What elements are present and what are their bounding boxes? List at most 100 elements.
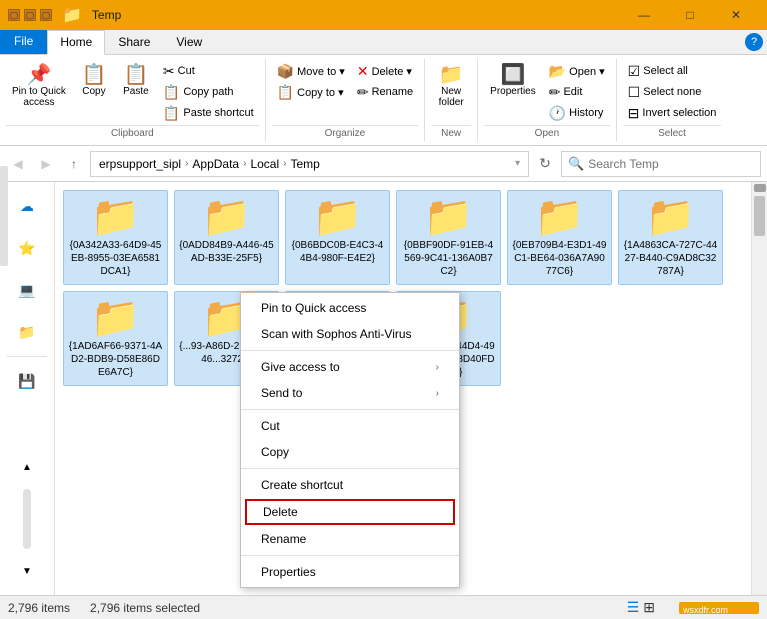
sidebar-scroll: ▲ ▼ xyxy=(7,447,47,591)
folder-item-2[interactable]: 📁 {0B6BDC0B-E4C3-44B4-980F-E4E2} xyxy=(285,190,390,285)
maximize-button[interactable]: □ xyxy=(667,0,713,30)
open-group: 🔲 Properties 📂 Open ▾ ✏ Edit 🕐 History xyxy=(478,59,617,141)
sidebar-icon-1[interactable]: ☁ xyxy=(7,186,47,226)
right-scrollbar[interactable] xyxy=(751,182,767,595)
ctx-pin-quick-access[interactable]: Pin to Quick access xyxy=(241,295,459,321)
sidebar-icon-3[interactable]: 💻 xyxy=(7,270,47,310)
ctx-cut-label: Cut xyxy=(261,419,280,433)
paste-shortcut-button[interactable]: 📋 Paste shortcut xyxy=(158,103,259,123)
minimize-button[interactable]: — xyxy=(621,0,667,30)
close-button[interactable]: ✕ xyxy=(713,0,759,30)
copy-path-button[interactable]: 📋 Copy path xyxy=(158,82,259,102)
organize-group-items: 📦 Move to ▾ 📋 Copy to ▾ ✕ Delete ▾ ✏ xyxy=(272,61,418,123)
title-bar-icons: ▢ ▢ ▢ xyxy=(8,9,52,21)
sidebar-icon-4[interactable]: 📁 xyxy=(7,312,47,352)
folder-item-3[interactable]: 📁 {0BBF90DF-91EB-4569-9C41-136A0B7C2} xyxy=(396,190,501,285)
invert-icon: ⊟ xyxy=(628,105,640,122)
ctx-send-to[interactable]: Send to › xyxy=(241,380,459,406)
invert-selection-button[interactable]: ⊟ Invert selection xyxy=(623,103,722,123)
rename-button[interactable]: ✏ Rename xyxy=(352,82,418,102)
scrollbar-thumb[interactable] xyxy=(754,196,765,236)
ribbon-content: 📌 Pin to Quickaccess 📋 Copy 📋 Paste xyxy=(0,55,767,145)
tab-share[interactable]: Share xyxy=(105,30,163,54)
delete-button[interactable]: ✕ Delete ▾ xyxy=(352,61,418,81)
delete-icon: ✕ xyxy=(357,63,369,80)
select-group: ☑ Select all ☐ Select none ⊟ Invert sele… xyxy=(617,59,728,141)
breadcrumb-dropdown[interactable]: ▾ xyxy=(515,158,520,169)
main-area: ☁ ⭐ 💻 📁 💾 ▲ ▼ 📁 {0A342A33-64D9-45EB-8955… xyxy=(0,182,767,595)
scrollbar-up-arrow[interactable] xyxy=(754,184,766,192)
breadcrumb-sep-1: › xyxy=(185,158,188,169)
select-col: ☑ Select all ☐ Select none ⊟ Invert sele… xyxy=(623,61,722,123)
ctx-properties[interactable]: Properties xyxy=(241,559,459,585)
breadcrumb[interactable]: erpsupport_sipl › AppData › Local › Temp… xyxy=(90,151,529,177)
ctx-give-access[interactable]: Give access to › xyxy=(241,354,459,380)
ctx-delete[interactable]: Delete xyxy=(245,499,455,525)
tab-view[interactable]: View xyxy=(163,30,215,54)
folder-name-4: {0EB709B4-E3D1-49C1-BE64-036A7A9077C6} xyxy=(512,239,607,278)
refresh-button[interactable]: ↻ xyxy=(533,152,557,176)
copy-to-button[interactable]: 📋 Copy to ▾ xyxy=(272,82,350,102)
pin-quick-access-button[interactable]: 📌 Pin to Quickaccess xyxy=(6,61,72,112)
history-button[interactable]: 🕐 History xyxy=(544,103,610,123)
breadcrumb-item-temp[interactable]: Temp xyxy=(290,157,319,171)
breadcrumb-item-local[interactable]: Local xyxy=(250,157,279,171)
window-icon-small: ▢ xyxy=(8,9,20,21)
folder-item-4[interactable]: 📁 {0EB709B4-E3D1-49C1-BE64-036A7A9077C6} xyxy=(507,190,612,285)
select-group-items: ☑ Select all ☐ Select none ⊟ Invert sele… xyxy=(623,61,722,123)
view-list-icon[interactable]: ☰ xyxy=(627,599,640,616)
search-input[interactable] xyxy=(588,157,754,171)
window-title: Temp xyxy=(92,8,615,22)
sidebar-icon-5[interactable]: 💾 xyxy=(7,361,47,401)
ctx-properties-label: Properties xyxy=(261,565,316,579)
select-none-button[interactable]: ☐ Select none xyxy=(623,82,722,102)
status-bar: 2,796 items 2,796 items selected ☰ ⊞ wsx… xyxy=(0,595,767,619)
properties-button[interactable]: 🔲 Properties xyxy=(484,61,542,101)
ctx-copy[interactable]: Copy xyxy=(241,439,459,465)
tab-file[interactable]: File xyxy=(0,30,47,54)
back-button[interactable]: ◀ xyxy=(6,152,30,176)
open-icon: 📂 xyxy=(549,63,566,80)
help-button[interactable]: ? xyxy=(745,33,763,51)
select-all-button[interactable]: ☑ Select all xyxy=(623,61,722,81)
ctx-cut[interactable]: Cut xyxy=(241,413,459,439)
tab-home[interactable]: Home xyxy=(47,30,105,55)
view-grid-icon[interactable]: ⊞ xyxy=(643,599,655,616)
up-button[interactable]: ↑ xyxy=(62,152,86,176)
folder-icon-0: 📁 xyxy=(91,197,141,237)
move-to-button[interactable]: 📦 Move to ▾ xyxy=(272,61,350,81)
sidebar-scroll-up[interactable]: ▲ xyxy=(7,447,47,487)
sidebar-divider xyxy=(7,356,47,357)
ctx-sep-1 xyxy=(241,350,459,351)
sidebar-icon-2[interactable]: ⭐ xyxy=(7,228,47,268)
folder-item-5[interactable]: 📁 {1A4863CA-727C-4427-B440-C9AD8C32787A} xyxy=(618,190,723,285)
title-bar: ▢ ▢ ▢ 📁 Temp — □ ✕ xyxy=(0,0,767,30)
pin-icon: 📌 xyxy=(27,65,52,85)
ctx-scan-sophos[interactable]: Scan with Sophos Anti-Virus xyxy=(241,321,459,347)
properties-icon: 🔲 xyxy=(500,65,525,85)
folder-item-0[interactable]: 📁 {0A342A33-64D9-45EB-8955-03EA6581DCA1} xyxy=(63,190,168,285)
paste-button[interactable]: 📋 Paste xyxy=(116,61,156,101)
ctx-sep-3 xyxy=(241,468,459,469)
folder-item-1[interactable]: 📁 {0ADD84B9-A446-45AD-B33E-25F5} xyxy=(174,190,279,285)
breadcrumb-item-appdata[interactable]: AppData xyxy=(192,157,239,171)
paste-icon: 📋 xyxy=(123,65,148,85)
open-button[interactable]: 📂 Open ▾ xyxy=(544,61,610,81)
open-col: 📂 Open ▾ ✏ Edit 🕐 History xyxy=(544,61,610,123)
ctx-create-shortcut[interactable]: Create shortcut xyxy=(241,472,459,498)
new-folder-button[interactable]: 📁 Newfolder xyxy=(431,61,471,112)
copy-button[interactable]: 📋 Copy xyxy=(74,61,114,101)
forward-button[interactable]: ▶ xyxy=(34,152,58,176)
folder-item-6[interactable]: 📁 {1AD6AF66-9371-4AD2-BDB9-D58E86DE6A7C} xyxy=(63,291,168,386)
organize-col1: 📦 Move to ▾ 📋 Copy to ▾ xyxy=(272,61,350,102)
window-icon-small3: ▢ xyxy=(40,9,52,21)
breadcrumb-item-erp[interactable]: erpsupport_sipl xyxy=(99,157,181,171)
cut-button[interactable]: ✂ Cut xyxy=(158,61,259,81)
folder-icon-6: 📁 xyxy=(91,298,141,338)
ctx-sep-4 xyxy=(241,555,459,556)
sidebar-scroll-down[interactable]: ▼ xyxy=(7,551,47,591)
edit-button[interactable]: ✏ Edit xyxy=(544,82,610,102)
new-group-items: 📁 Newfolder xyxy=(431,61,471,123)
ctx-rename[interactable]: Rename xyxy=(241,526,459,552)
open-group-items: 🔲 Properties 📂 Open ▾ ✏ Edit 🕐 History xyxy=(484,61,610,123)
